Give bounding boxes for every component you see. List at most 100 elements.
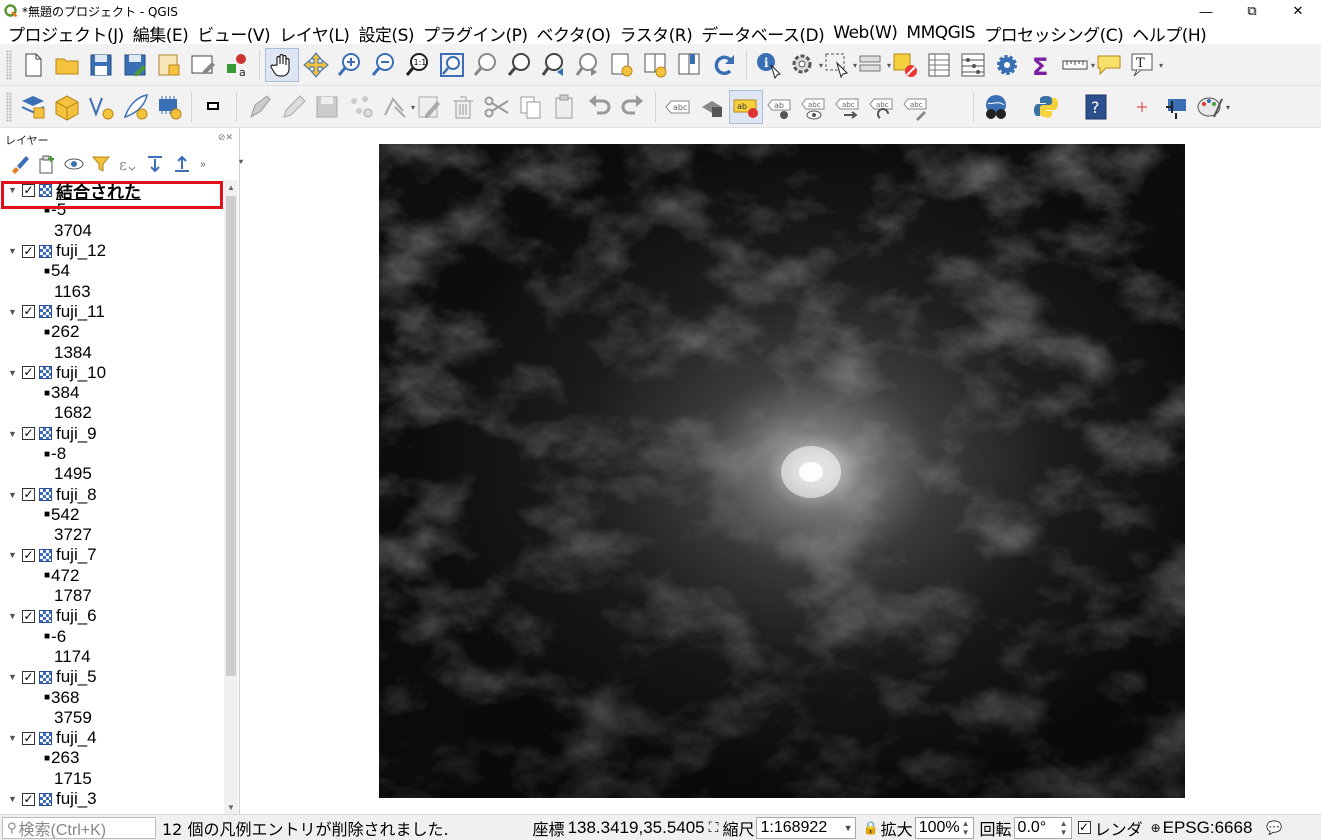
new-shapefile-button[interactable] bbox=[84, 90, 118, 124]
collapse-arrow-icon[interactable]: ▼ bbox=[8, 246, 22, 256]
lock-icon[interactable]: 🔒 bbox=[862, 820, 878, 836]
show-hide-labels-button[interactable]: abc bbox=[797, 90, 831, 124]
manage-map-themes-button[interactable]: ▾ bbox=[60, 152, 243, 176]
layer-visibility-checkbox[interactable]: ✓ bbox=[22, 244, 35, 258]
menu-help[interactable]: ヘルプ(H) bbox=[1132, 21, 1207, 46]
layer-row-fuji-11[interactable]: ▼ ✓ fuji_11 bbox=[0, 302, 224, 322]
redo-button[interactable] bbox=[616, 90, 650, 124]
highlight-pinned-labels-button[interactable]: ab bbox=[729, 89, 763, 124]
vertex-tool-button[interactable]: ▾ bbox=[378, 90, 415, 124]
layer-row-fuji-4[interactable]: ▼ ✓ fuji_4 bbox=[0, 728, 224, 748]
layer-visibility-checkbox[interactable]: ✓ bbox=[22, 305, 35, 319]
run-feature-action-button[interactable]: ▾ bbox=[786, 48, 823, 82]
layer-name[interactable]: fuji_9 bbox=[56, 424, 97, 444]
spinner-arrows-icon[interactable]: ▲ ▼ bbox=[1060, 819, 1068, 837]
field-calculator-button[interactable] bbox=[956, 48, 990, 82]
new-geopackage-button[interactable] bbox=[50, 90, 84, 124]
zoom-native-button[interactable]: 1:1 bbox=[401, 48, 435, 82]
text-annotation-button[interactable]: T ▾ bbox=[1126, 48, 1163, 82]
toolbox-button[interactable] bbox=[990, 48, 1024, 82]
scroll-down-icon[interactable]: ▼ bbox=[224, 800, 238, 814]
menu-vector[interactable]: ベクタ(O) bbox=[537, 21, 611, 46]
layer-row-fuji-3[interactable]: ▼ ✓ fuji_3 bbox=[0, 789, 224, 809]
restore-button[interactable]: ⧉ bbox=[1229, 0, 1275, 22]
paste-features-button[interactable] bbox=[548, 90, 582, 124]
layer-row-fuji-12[interactable]: ▼ ✓ fuji_12 bbox=[0, 241, 224, 261]
style-manager-button[interactable]: a bbox=[220, 48, 254, 82]
spinner-arrows-icon[interactable]: ▲ ▼ bbox=[962, 819, 970, 837]
layer-row-fuji-6[interactable]: ▼ ✓ fuji_6 bbox=[0, 606, 224, 626]
layer-visibility-checkbox[interactable]: ✓ bbox=[22, 427, 35, 441]
toolbar-handle[interactable] bbox=[6, 49, 12, 80]
menu-project[interactable]: プロジェクト(J) bbox=[8, 21, 124, 46]
layer-visibility-checkbox[interactable]: ✓ bbox=[22, 548, 35, 562]
layer-visibility-checkbox[interactable]: ✓ bbox=[22, 609, 35, 623]
layer-visibility-checkbox[interactable]: ✓ bbox=[22, 488, 35, 502]
show-bookmarks-button[interactable] bbox=[639, 48, 673, 82]
python-console-button[interactable] bbox=[1029, 90, 1063, 124]
toolbar-handle[interactable] bbox=[6, 91, 12, 122]
cut-features-button[interactable] bbox=[480, 90, 514, 124]
show-spatial-bookmarks-button[interactable] bbox=[673, 48, 707, 82]
georeferencer-button[interactable] bbox=[1159, 90, 1193, 124]
layer-name[interactable]: fuji_7 bbox=[56, 545, 97, 565]
layer-visibility-checkbox[interactable]: ✓ bbox=[22, 670, 35, 684]
zoom-to-layer-button[interactable] bbox=[503, 48, 537, 82]
collapse-arrow-icon[interactable]: ▼ bbox=[8, 429, 22, 439]
collapse-arrow-icon[interactable]: ▼ bbox=[8, 611, 22, 621]
layer-name[interactable]: fuji_5 bbox=[56, 667, 97, 687]
menu-mmqgis[interactable]: MMQGIS bbox=[906, 23, 975, 43]
statistical-summary-button[interactable]: Σ bbox=[1024, 48, 1058, 82]
data-source-manager-button[interactable] bbox=[16, 90, 50, 124]
collapse-arrow-icon[interactable]: ▼ bbox=[8, 185, 22, 195]
delete-selected-button[interactable] bbox=[446, 90, 480, 124]
layer-visibility-checkbox[interactable]: ✓ bbox=[22, 183, 35, 197]
menu-view[interactable]: ビュー(V) bbox=[197, 21, 270, 46]
close-button[interactable]: ✕ bbox=[1275, 0, 1321, 22]
locator-search-field[interactable]: ⚲ 検索(Ctrl+K) bbox=[2, 816, 156, 839]
map-tips-button[interactable] bbox=[1092, 48, 1126, 82]
layer-name[interactable]: fuji_8 bbox=[56, 485, 97, 505]
collapse-arrow-icon[interactable]: ▼ bbox=[8, 794, 22, 804]
collapse-arrow-icon[interactable]: ▼ bbox=[8, 490, 22, 500]
menu-database[interactable]: データベース(D) bbox=[701, 21, 825, 46]
zoom-out-button[interactable] bbox=[367, 48, 401, 82]
attribute-table-button[interactable] bbox=[922, 48, 956, 82]
deselect-all-button[interactable] bbox=[888, 48, 922, 82]
layer-row-fuji-10[interactable]: ▼ ✓ fuji_10 bbox=[0, 363, 224, 383]
scroll-thumb[interactable] bbox=[226, 196, 236, 676]
measure-button[interactable]: ▾ bbox=[1058, 48, 1095, 82]
new-virtual-layer-button[interactable] bbox=[152, 90, 186, 124]
style-dock-button[interactable]: ▾ bbox=[1193, 90, 1230, 124]
collapse-all-button[interactable] bbox=[168, 152, 195, 176]
toggle-editing-button[interactable] bbox=[276, 90, 310, 124]
crosshair-button[interactable] bbox=[1125, 90, 1159, 124]
layer-visibility-checkbox[interactable]: ✓ bbox=[22, 792, 35, 806]
layout-manager-button[interactable] bbox=[186, 48, 220, 82]
layer-name[interactable]: fuji_11 bbox=[56, 302, 105, 322]
toggle-extents-icon[interactable]: ⛶ bbox=[709, 819, 719, 836]
zoom-last-button[interactable] bbox=[537, 48, 571, 82]
undo-button[interactable] bbox=[582, 90, 616, 124]
layer-diagram-button[interactable] bbox=[695, 90, 729, 124]
layer-name[interactable]: fuji_6 bbox=[56, 606, 97, 626]
open-project-button[interactable] bbox=[50, 48, 84, 82]
magnifier-spinbox[interactable]: 100% ▲ ▼ bbox=[914, 816, 974, 839]
select-features-button[interactable]: ▾ bbox=[820, 48, 857, 82]
layer-visibility-checkbox[interactable]: ✓ bbox=[22, 731, 35, 745]
layer-name[interactable]: fuji_10 bbox=[56, 363, 106, 383]
zoom-next-button[interactable] bbox=[571, 48, 605, 82]
move-label-button[interactable]: abc bbox=[831, 90, 865, 124]
menu-plugins[interactable]: プラグイン(P) bbox=[423, 21, 528, 46]
rotation-spinbox[interactable]: 0.0° ▲ ▼ bbox=[1013, 816, 1072, 839]
save-project-button[interactable] bbox=[84, 48, 118, 82]
zoom-full-button[interactable] bbox=[435, 48, 469, 82]
collapse-arrow-icon[interactable]: ▼ bbox=[8, 368, 22, 378]
layer-name[interactable]: fuji_3 bbox=[56, 789, 97, 809]
copy-features-button[interactable] bbox=[514, 90, 548, 124]
plugin-button[interactable] bbox=[197, 90, 231, 124]
layer-row-fuji-9[interactable]: ▼ ✓ fuji_9 bbox=[0, 424, 224, 444]
coordinate-value[interactable]: 138.3419,35.5405 bbox=[568, 818, 705, 838]
pin-labels-button[interactable]: ab bbox=[763, 90, 797, 124]
help-button[interactable]: ? bbox=[1079, 90, 1113, 124]
